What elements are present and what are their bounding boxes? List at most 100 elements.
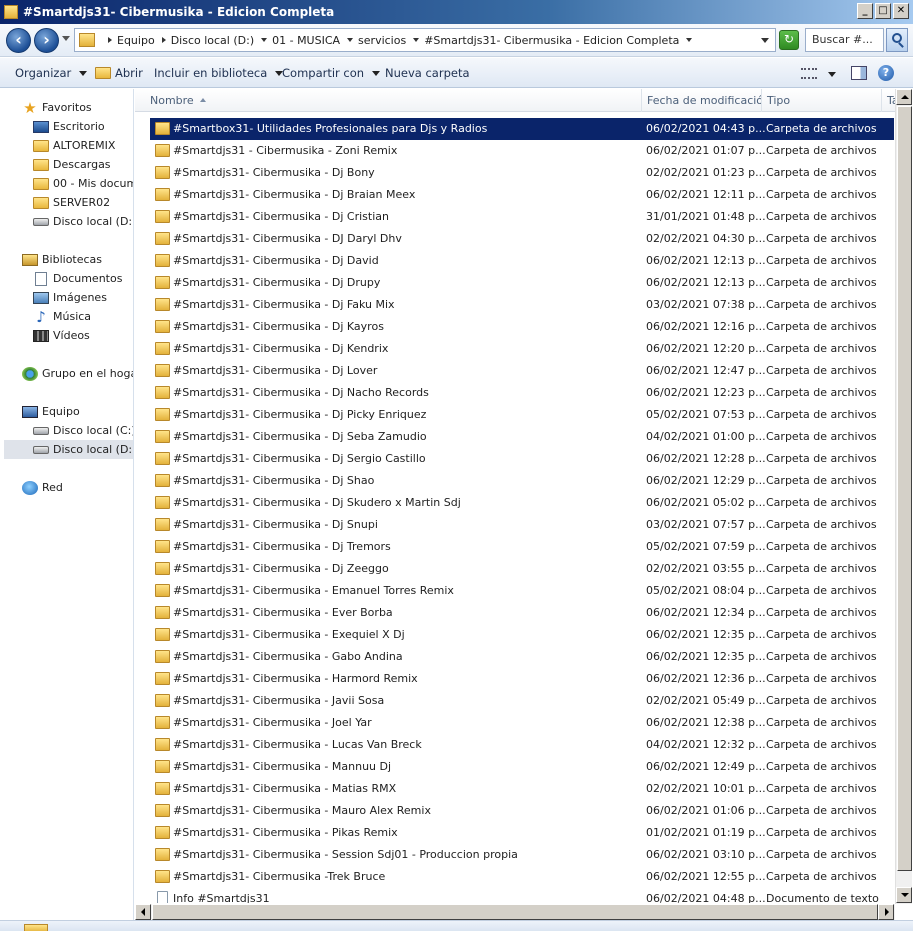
column-header-name[interactable]: Nombre	[145, 89, 642, 112]
scroll-down-button[interactable]	[896, 887, 912, 903]
file-row[interactable]: #Smartdjs31- Cibermusika - Dj Shao 06/02/…	[150, 470, 894, 492]
nav-disk-c[interactable]: Disco local (C:)	[33, 421, 133, 440]
refresh-button[interactable]: ↻	[779, 30, 799, 50]
file-row[interactable]: #Smartdjs31- Cibermusika - Emanuel Torre…	[150, 580, 894, 602]
nav-favorites[interactable]: ★ Favoritos	[22, 98, 91, 117]
file-row[interactable]: #Smartdjs31- Cibermusika - Joel Yar 06/02…	[150, 712, 894, 734]
file-row[interactable]: #Smartdjs31- Cibermusika - Dj Seba Zamud…	[150, 426, 894, 448]
new-folder-button[interactable]: Nueva carpeta	[385, 66, 470, 80]
vertical-scroll-thumb[interactable]	[897, 106, 912, 871]
nav-images[interactable]: Imágenes	[33, 288, 107, 307]
breadcrumb-item-servicios[interactable]: servicios	[340, 34, 406, 47]
horizontal-scroll-thumb[interactable]	[152, 904, 878, 920]
file-row[interactable]: #Smartdjs31- Cibermusika - Dj Cristian 31…	[150, 206, 894, 228]
breadcrumb[interactable]: Equipo Disco local (D:) 01 - MUSICA serv…	[74, 28, 776, 52]
file-row[interactable]: #Smartdjs31- Cibermusika - Dj Zeeggo 02/0…	[150, 558, 894, 580]
file-row[interactable]: #Smartdjs31- Cibermusika - Javii Sosa 02/…	[150, 690, 894, 712]
file-row[interactable]: #Smartdjs31- Cibermusika - Lucas Van Bre…	[150, 734, 894, 756]
breadcrumb-item-current[interactable]: #Smartdjs31- Cibermusika - Edicion Compl…	[406, 34, 697, 47]
search-input[interactable]: Buscar #...	[805, 28, 884, 52]
vertical-scrollbar[interactable]	[895, 89, 912, 904]
nav-music[interactable]: ♪ Música	[33, 307, 91, 326]
nav-disk-d-favorite[interactable]: Disco local (D:)	[33, 212, 133, 231]
nav-downloads[interactable]: Descargas	[33, 155, 111, 174]
file-row[interactable]: #Smartdjs31- Cibermusika - Dj Nacho Reco…	[150, 382, 894, 404]
nav-desktop[interactable]: Escritorio	[33, 117, 105, 136]
forward-button[interactable]: ›	[34, 28, 59, 53]
column-header-date[interactable]: Fecha de modificación	[642, 89, 762, 112]
file-row[interactable]: #Smartdjs31- Cibermusika - Dj Kayros 06/0…	[150, 316, 894, 338]
file-row[interactable]: #Smartdjs31- Cibermusika - Session Sdj01…	[150, 844, 894, 866]
address-history-dropdown[interactable]	[761, 38, 769, 43]
nav-network[interactable]: Red	[22, 478, 63, 497]
organize-button[interactable]: Organizar	[15, 66, 88, 80]
scroll-up-button[interactable]	[896, 89, 912, 105]
open-button[interactable]: Abrir	[95, 66, 143, 80]
file-row[interactable]: #Smartdjs31- Cibermusika - Ever Borba 06/…	[150, 602, 894, 624]
preview-pane-icon[interactable]	[851, 66, 867, 80]
folder-icon	[155, 210, 170, 223]
share-button[interactable]: Compartir con	[282, 66, 381, 80]
nav-server02[interactable]: SERVER02	[33, 193, 110, 212]
column-header-type[interactable]: Tipo	[762, 89, 882, 112]
close-button[interactable]: ✕	[893, 3, 909, 19]
maximize-button[interactable]: □	[875, 3, 891, 19]
file-row[interactable]: #Smartdjs31- Cibermusika - Dj David 06/02…	[150, 250, 894, 272]
view-options-dropdown[interactable]	[828, 72, 836, 77]
recent-pages-dropdown[interactable]	[62, 36, 70, 41]
file-row[interactable]: #Smartdjs31- Cibermusika - Exequiel X Dj…	[150, 624, 894, 646]
file-name: #Smartdjs31- Cibermusika - Dj Kayros	[173, 320, 384, 333]
nav-my-docs[interactable]: 00 - Mis documentos	[33, 174, 133, 193]
file-row[interactable]: #Smartdjs31- Cibermusika - Dj Lover 06/02…	[150, 360, 894, 382]
breadcrumb-item-disk-d[interactable]: Disco local (D:)	[155, 34, 254, 47]
nav-homegroup[interactable]: Grupo en el hogar	[22, 364, 133, 383]
file-date: 05/02/2021 07:53 p...	[646, 408, 766, 421]
file-date: 06/02/2021 12:49 p...	[646, 760, 766, 773]
nav-computer[interactable]: Equipo	[22, 402, 80, 421]
file-row[interactable]: #Smartdjs31- Cibermusika - Dj Braian Mee…	[150, 184, 894, 206]
file-row[interactable]: #Smartdjs31- Cibermusika - Dj Snupi 03/02…	[150, 514, 894, 536]
file-row[interactable]: #Smartdjs31- Cibermusika - Dj Kendrix 06/…	[150, 338, 894, 360]
scroll-left-button[interactable]	[135, 904, 151, 920]
file-row[interactable]: #Smartdjs31- Cibermusika - Dj Tremors 05/…	[150, 536, 894, 558]
horizontal-scrollbar[interactable]	[135, 904, 895, 920]
file-row[interactable]: #Smartdjs31- Cibermusika - Mauro Alex Re…	[150, 800, 894, 822]
back-button[interactable]: ‹	[6, 28, 31, 53]
help-icon[interactable]: ?	[878, 65, 894, 81]
file-row[interactable]: Info #Smartdjs31 06/02/2021 04:48 p... Doc…	[150, 888, 894, 903]
minimize-button[interactable]: _	[857, 3, 873, 19]
file-type: Carpeta de archivos	[766, 232, 877, 245]
file-row[interactable]: #Smartdjs31 - Cibermusika - Zoni Remix 06…	[150, 140, 894, 162]
nav-altoremix[interactable]: ALTOREMIX	[33, 136, 115, 155]
scroll-right-button[interactable]	[878, 904, 894, 920]
nav-disk-d[interactable]: Disco local (D:)	[4, 440, 133, 459]
file-row[interactable]: #Smartdjs31- Cibermusika - DJ Daryl Dhv 0…	[150, 228, 894, 250]
file-row[interactable]: #Smartdjs31- Cibermusika - Mannuu Dj 06/0…	[150, 756, 894, 778]
folder-icon	[155, 540, 170, 553]
file-date: 06/02/2021 12:20 p...	[646, 342, 766, 355]
file-row[interactable]: #Smartdjs31- Cibermusika - Dj Drupy 06/02…	[150, 272, 894, 294]
breadcrumb-item-musica[interactable]: 01 - MUSICA	[254, 34, 340, 47]
file-row[interactable]: #Smartdjs31- Cibermusika - Dj Sergio Cas…	[150, 448, 894, 470]
breadcrumb-item-equipo[interactable]: Equipo	[101, 34, 155, 47]
file-row[interactable]: #Smartbox31- Utilidades Profesionales pa…	[150, 118, 894, 140]
file-name: #Smartdjs31- Cibermusika - Session Sdj01…	[173, 848, 518, 861]
column-header-size[interactable]: Tamaño	[882, 89, 895, 112]
file-row[interactable]: #Smartdjs31- Cibermusika - Dj Faku Mix 03…	[150, 294, 894, 316]
file-row[interactable]: #Smartdjs31- Cibermusika - Dj Picky Enri…	[150, 404, 894, 426]
file-row[interactable]: #Smartdjs31- Cibermusika - Gabo Andina 06…	[150, 646, 894, 668]
nav-videos[interactable]: Vídeos	[33, 326, 90, 345]
file-row[interactable]: #Smartdjs31- Cibermusika - Dj Bony 02/02/…	[150, 162, 894, 184]
view-details-icon[interactable]	[801, 68, 817, 79]
file-row[interactable]: #Smartdjs31- Cibermusika - Harmord Remix…	[150, 668, 894, 690]
file-row[interactable]: #Smartdjs31- Cibermusika - Matias RMX 02/…	[150, 778, 894, 800]
file-date: 06/02/2021 12:13 p...	[646, 276, 766, 289]
file-row[interactable]: #Smartdjs31- Cibermusika -Trek Bruce 06/0…	[150, 866, 894, 888]
include-library-button[interactable]: Incluir en biblioteca	[154, 66, 284, 80]
file-row[interactable]: #Smartdjs31- Cibermusika - Pikas Remix 01…	[150, 822, 894, 844]
file-row[interactable]: #Smartdjs31- Cibermusika - Dj Skudero x …	[150, 492, 894, 514]
nav-libraries[interactable]: Bibliotecas	[22, 250, 102, 269]
search-button[interactable]	[886, 28, 908, 52]
nav-documents[interactable]: Documentos	[33, 269, 122, 288]
file-name: #Smartdjs31- Cibermusika - Dj Braian Mee…	[173, 188, 416, 201]
